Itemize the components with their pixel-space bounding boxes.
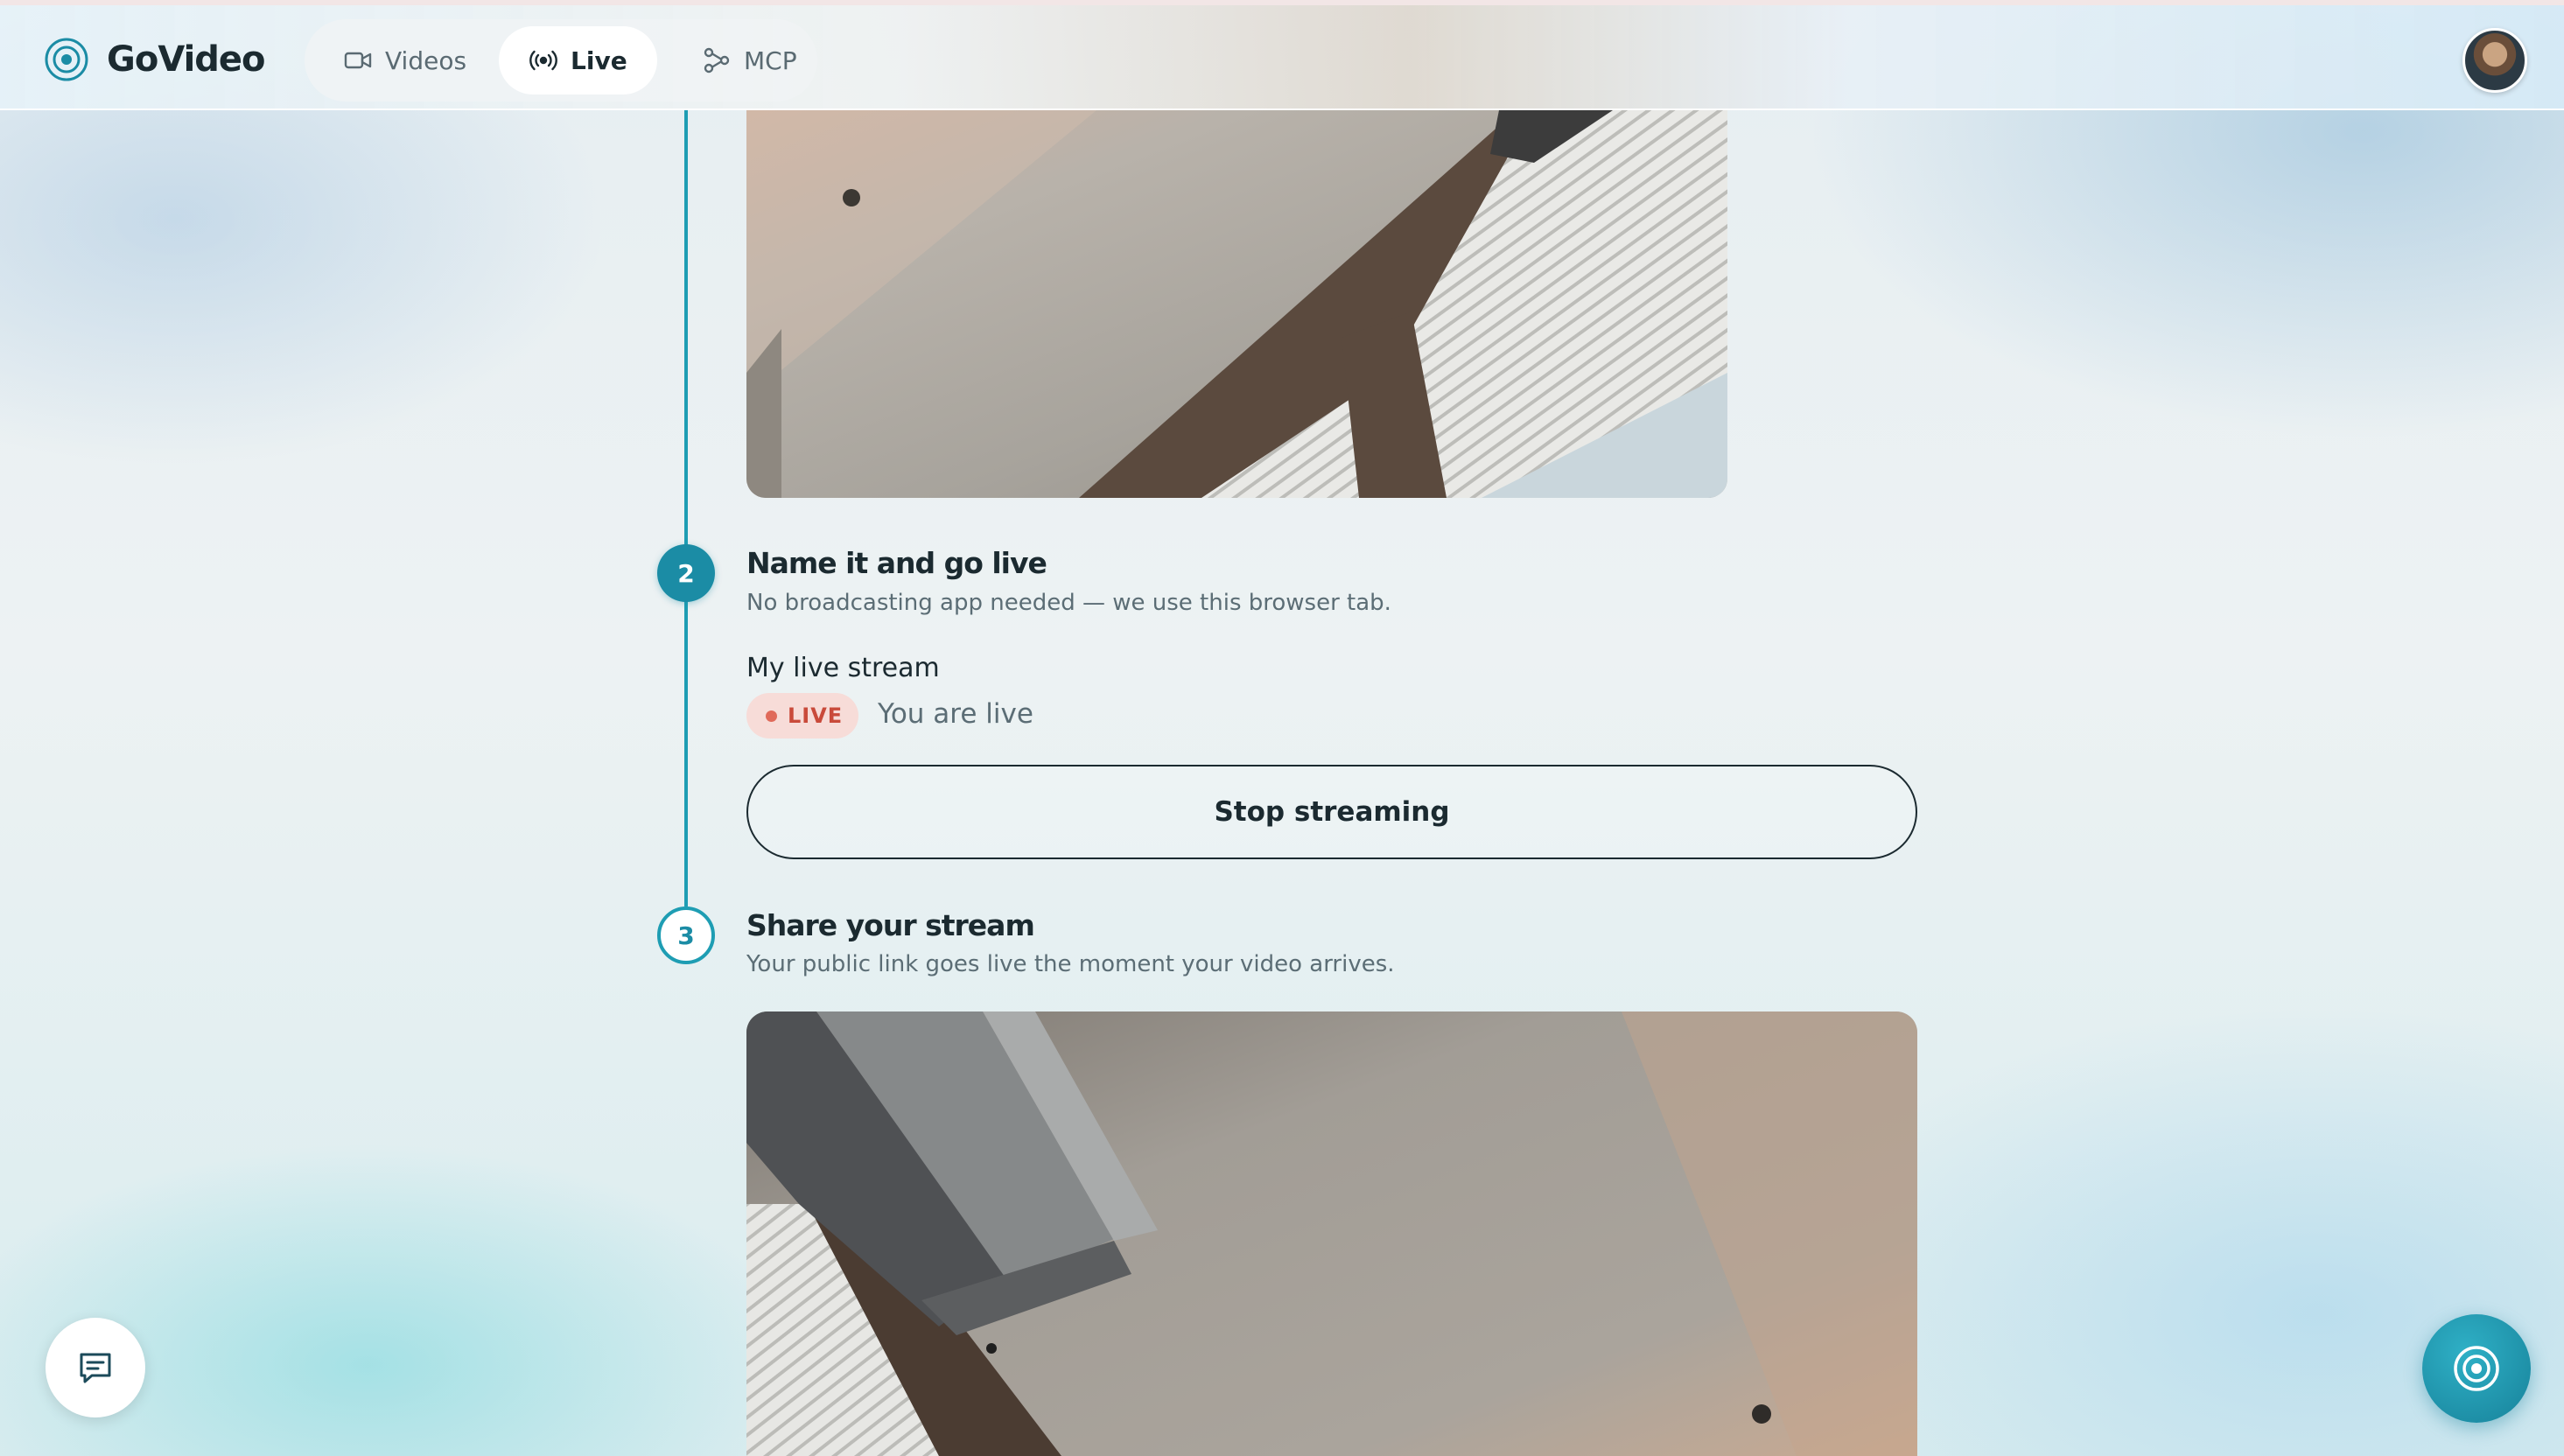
shared-stream-video [746,1012,1917,1456]
stream-name-label: My live stream [746,653,940,683]
nav-tab-live[interactable]: Live [499,26,657,94]
step-number-badge: 2 [657,544,715,602]
top-navigation-bar: GoVideo Videos Live MCP [0,0,2564,110]
nav-tab-videos[interactable]: Videos [313,26,496,94]
brand-logo[interactable]: GoVideo [44,37,266,82]
broadcast-icon [529,50,557,71]
target-logo-icon [2454,1346,2499,1391]
user-avatar[interactable] [2462,28,2527,93]
nav-tab-label: Videos [385,46,467,75]
brand-name: GoVideo [107,39,266,80]
nav-tab-label: MCP [744,46,797,75]
live-dot-icon [766,710,777,722]
main-nav: Videos Live MCP [305,19,817,102]
live-status-text: You are live [878,698,1033,730]
step-subtitle: No broadcasting app needed — we use this… [746,590,1391,616]
step-number-badge: 3 [657,906,715,964]
step-title: Name it and go live [746,546,1047,580]
nav-tab-mcp[interactable]: MCP [672,26,827,94]
step-title: Share your stream [746,908,1035,942]
step-subtitle: Your public link goes live the moment yo… [746,951,1395,977]
govideo-logo-icon [45,38,88,81]
stop-streaming-button[interactable]: Stop streaming [746,765,1917,859]
timeline-connector [684,110,688,906]
chat-button[interactable] [46,1318,145,1418]
chat-bubble-icon [80,1353,111,1383]
live-badge-label: LIVE [788,704,844,728]
govideo-assistant-button[interactable] [2422,1314,2531,1423]
mcp-nodes-icon [704,47,730,74]
nav-tab-label: Live [571,46,627,75]
camera-preview-video [746,110,1727,498]
video-camera-icon [344,52,372,69]
live-status-badge: LIVE [746,693,858,738]
